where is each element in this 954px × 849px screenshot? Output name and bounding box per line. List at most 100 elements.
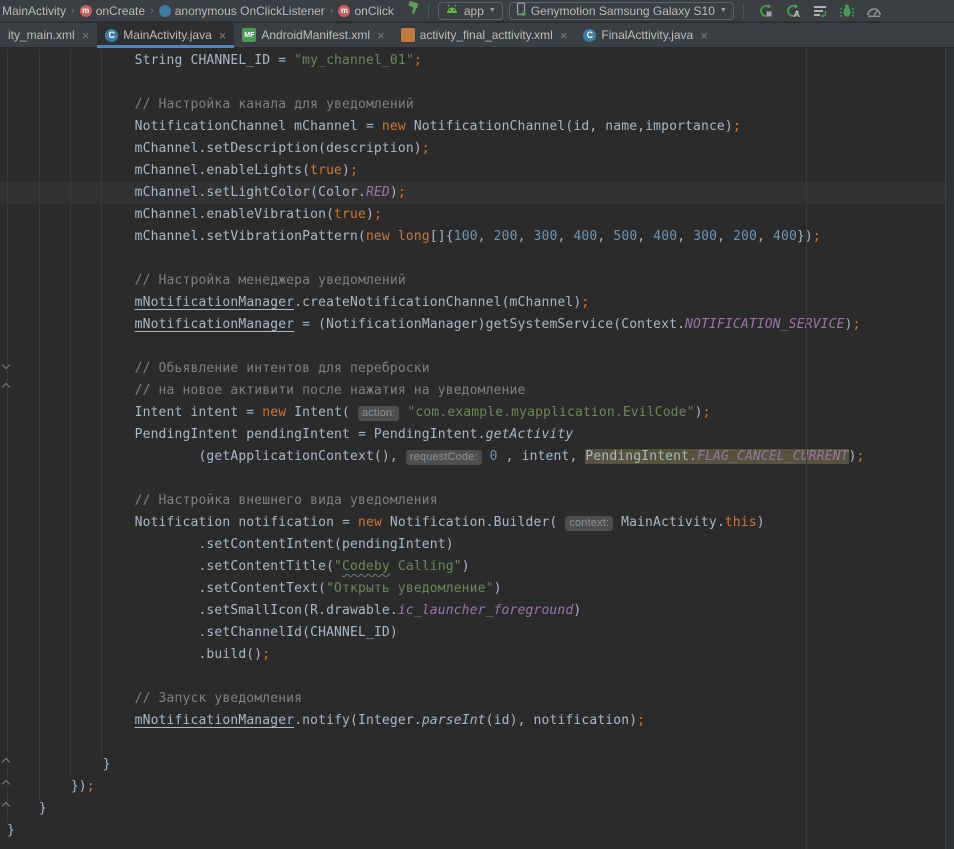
java-class-icon: C [583, 29, 596, 42]
code-line[interactable]: } [0, 798, 945, 820]
code-line[interactable]: mChannel.enableLights(true); [0, 160, 945, 182]
code-token: getActivity [486, 427, 574, 442]
code-line[interactable]: (getApplicationContext(), requestCode: 0… [0, 446, 945, 468]
code-token: ) [342, 163, 350, 178]
run-with-coverage-icon[interactable] [812, 3, 828, 19]
code-line[interactable] [0, 248, 945, 270]
code-token: ; [398, 185, 406, 200]
code-line[interactable]: Intent intent = new Intent( action: "com… [0, 402, 945, 424]
code-line[interactable]: mNotificationManager.createNotificationC… [0, 292, 945, 314]
profile-icon[interactable] [866, 3, 882, 19]
code-editor[interactable]: String CHANNEL_ID = "my_channel_01"; // … [0, 48, 954, 849]
code-line[interactable] [0, 666, 945, 688]
code-token: // Запуск уведомления [7, 691, 302, 706]
code-token: ) [845, 317, 853, 332]
code-line[interactable] [0, 336, 945, 358]
fold-marker-icon[interactable] [1, 361, 10, 370]
tab-MainActivity.java[interactable]: CMainActivity.java× [97, 23, 234, 47]
close-icon[interactable]: × [700, 28, 708, 43]
fold-marker-icon[interactable] [1, 780, 10, 789]
code-line[interactable]: // Запуск уведомления [0, 688, 945, 710]
code-line[interactable]: mChannel.setDescription(description); [0, 138, 945, 160]
code-token: []{ [430, 229, 454, 244]
code-line[interactable]: // Настройка канала для уведомлений [0, 94, 945, 116]
code-line[interactable]: }); [0, 776, 945, 798]
code-token: mNotificationManager [135, 295, 295, 310]
method-icon: m [338, 5, 350, 17]
code-line[interactable]: .setSmallIcon(R.drawable.ic_launcher_for… [0, 600, 945, 622]
code-token: = (NotificationManager)getSystemService(… [294, 317, 685, 332]
code-line[interactable]: mChannel.setVibrationPattern(new long[]{… [0, 226, 945, 248]
code-line[interactable] [0, 72, 945, 94]
apply-changes-icon[interactable] [758, 3, 774, 19]
debug-icon[interactable] [839, 3, 855, 19]
tab-ity_main.xml[interactable]: ity_main.xml× [0, 23, 97, 47]
editor-scrollbar[interactable] [945, 48, 954, 849]
code-token: mChannel.enableLights( [7, 163, 310, 178]
code-token: Notification notification = [7, 515, 358, 530]
code-line[interactable]: .setContentIntent(pendingIntent) [0, 534, 945, 556]
fold-marker-icon[interactable] [1, 802, 10, 811]
code-token: Codeby [342, 559, 390, 574]
code-line[interactable]: .setChannelId(CHANNEL_ID) [0, 622, 945, 644]
breadcrumb-item[interactable]: anonymous OnClickListener [157, 4, 327, 18]
code-token: long [398, 229, 430, 244]
close-icon[interactable]: × [560, 28, 568, 43]
tab-label: FinalActtivity.java [601, 28, 693, 42]
code-line[interactable]: } [0, 754, 945, 776]
code-token: , [518, 229, 534, 244]
close-icon[interactable]: × [377, 28, 385, 43]
code-token: mNotificationManager [135, 713, 295, 728]
apply-code-changes-icon[interactable]: A [785, 3, 801, 19]
code-token: Notification.Builder( [382, 515, 565, 530]
chevron-down-icon: ▼ [489, 7, 496, 14]
code-line[interactable]: mChannel.setLightColor(Color.RED); [0, 182, 945, 204]
code-line[interactable]: // Настройка менеджера уведомлений [0, 270, 945, 292]
code-line[interactable]: PendingIntent pendingIntent = PendingInt… [0, 424, 945, 446]
code-token: 0 [490, 449, 498, 464]
code-token: // Настройка менеджера уведомлений [7, 273, 406, 288]
close-icon[interactable]: × [219, 28, 227, 43]
build-hammer-icon[interactable] [406, 1, 422, 20]
fold-marker-icon[interactable] [1, 758, 10, 767]
code-token: ; [703, 405, 711, 420]
java-class-icon: C [105, 29, 118, 42]
code-token: ; [857, 449, 865, 464]
code-line[interactable]: mNotificationManager.notify(Integer.pars… [0, 710, 945, 732]
device-select[interactable]: Genymotion Samsung Galaxy S10▼ [509, 2, 734, 20]
code-line[interactable]: .build(); [0, 644, 945, 666]
code-token: Calling" [390, 559, 462, 574]
tab-AndroidManifest.xml[interactable]: MFAndroidManifest.xml× [234, 23, 392, 47]
tab-label: activity_final_acttivity.xml [420, 28, 553, 42]
breadcrumb-item[interactable]: monCreate [78, 4, 147, 18]
code-line[interactable]: mNotificationManager = (NotificationMana… [0, 314, 945, 336]
code-token: mChannel.setVibrationPattern( [7, 229, 366, 244]
fold-marker-icon[interactable] [1, 383, 10, 392]
run-configuration-select[interactable]: app ▼ [438, 2, 503, 20]
code-token: ; [350, 163, 358, 178]
code-line[interactable]: mChannel.enableVibration(true); [0, 204, 945, 226]
code-line[interactable]: // Настройка внешнего вида уведомления [0, 490, 945, 512]
breadcrumb-item[interactable]: monClick [336, 4, 395, 18]
code-line[interactable] [0, 732, 945, 754]
code-token [390, 229, 398, 244]
code-token: .setContentTitle( [7, 559, 334, 574]
close-icon[interactable]: × [82, 28, 90, 43]
code-token: new [382, 119, 406, 134]
code-line[interactable]: // Обьявление интентов для переброски [0, 358, 945, 380]
breadcrumb-item[interactable]: MainActivity [0, 4, 68, 18]
code-line[interactable]: Notification notification = new Notifica… [0, 512, 945, 534]
code-line[interactable]: // на новое активити после нажатия на ув… [0, 380, 945, 402]
code-line[interactable] [0, 468, 945, 490]
code-token: PendingIntent. [585, 449, 697, 464]
code-line[interactable]: .setContentText("Открыть уведомление") [0, 578, 945, 600]
tab-activity_final_acttivity.xml[interactable]: activity_final_acttivity.xml × [393, 23, 576, 47]
code-line[interactable]: .setContentTitle("Codeby Calling") [0, 556, 945, 578]
code-line[interactable]: NotificationChannel mChannel = new Notif… [0, 116, 945, 138]
code-token: mChannel.setLightColor(Color. [7, 185, 366, 200]
code-token: , [557, 229, 573, 244]
code-token: Intent intent = [7, 405, 262, 420]
code-line[interactable]: String CHANNEL_ID = "my_channel_01"; [0, 50, 945, 72]
code-line[interactable]: } [0, 820, 945, 842]
tab-FinalActtivity.java[interactable]: C FinalActtivity.java × [575, 23, 715, 47]
